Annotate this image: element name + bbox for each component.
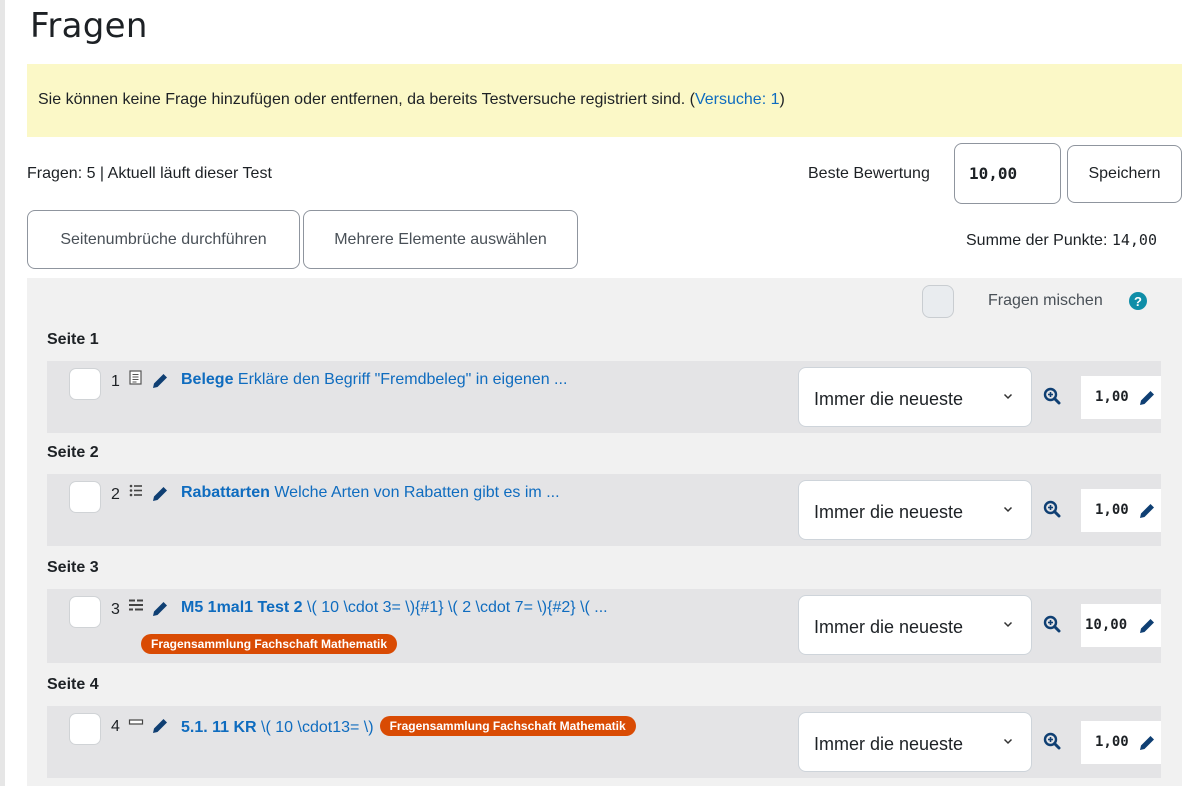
help-icon[interactable]: ? — [1129, 292, 1147, 310]
max-mark: 1,00 — [1081, 489, 1161, 532]
best-grade-input[interactable]: 10,00 — [954, 143, 1061, 204]
question-name: M5 1mal1 Test 2 — [181, 599, 303, 616]
question-list: Fragen mischen ? Seite 1 1 Belege Erklär… — [27, 278, 1182, 786]
slot-checkbox[interactable] — [69, 368, 101, 400]
question-name: 5.1. 11 KR — [181, 719, 257, 736]
essay-question-icon — [129, 370, 142, 385]
question-text: Welche Arten von Rabatten gibt es im ... — [269, 484, 560, 501]
alert-text-end: ) — [779, 91, 785, 108]
quiz-status-text: Fragen: 5 | Aktuell läuft dieser Test — [27, 165, 272, 182]
page-title-3: Seite 3 — [47, 559, 99, 576]
chevron-down-icon — [1003, 738, 1013, 745]
tag-container: Fragensammlung Fachschaft Mathematik — [141, 634, 398, 655]
max-mark-value: 1,00 — [1095, 502, 1129, 518]
version-select-value: Immer die neueste — [814, 734, 964, 754]
max-mark: 10,00 — [1081, 604, 1161, 647]
shortanswer-question-icon — [128, 719, 144, 725]
shuffle-checkbox[interactable] — [922, 285, 954, 318]
preview-zoom-icon[interactable] — [1043, 732, 1061, 750]
max-mark: 1,00 — [1081, 376, 1161, 419]
alert-text: Sie können keine Frage hinzufügen oder e… — [38, 91, 695, 108]
shuffle-label: Fragen mischen — [988, 292, 1103, 309]
pencil-edit-icon[interactable] — [1137, 616, 1157, 636]
page-title-1: Seite 1 — [47, 331, 99, 348]
max-mark: 1,00 — [1081, 721, 1161, 764]
page-title: Fragen — [30, 6, 148, 46]
question-slot-2: 2 Rabattarten Welche Arten von Rabatten … — [47, 474, 1161, 546]
chevron-down-icon — [1003, 621, 1013, 628]
question-slot-1: 1 Belege Erkläre den Begriff "Fremdbeleg… — [47, 361, 1161, 433]
slot-checkbox[interactable] — [69, 713, 101, 745]
pencil-edit-icon[interactable] — [1137, 501, 1157, 521]
max-mark-value: 10,00 — [1085, 617, 1128, 633]
slot-number: 4 — [111, 718, 120, 735]
version-select-value: Immer die neueste — [814, 389, 964, 409]
question-tag[interactable]: Fragensammlung Fachschaft Mathematik — [141, 634, 398, 654]
pencil-edit-icon[interactable] — [150, 599, 170, 619]
version-select[interactable]: Immer die neueste — [798, 595, 1032, 655]
preview-zoom-icon[interactable] — [1043, 500, 1061, 518]
best-grade-label: Beste Bewertung — [808, 165, 930, 182]
question-text: \( 10 \cdot 3= \){#1} \( 2 \cdot 7= \){#… — [302, 599, 608, 616]
question-name: Rabattarten — [181, 484, 270, 501]
max-mark-value: 1,00 — [1095, 389, 1129, 405]
warning-alert: Sie können keine Frage hinzufügen oder e… — [27, 64, 1182, 137]
left-scroll-edge — [0, 0, 5, 786]
save-button[interactable]: Speichern — [1067, 145, 1182, 203]
preview-zoom-icon[interactable] — [1043, 387, 1061, 405]
chevron-down-icon — [1003, 393, 1013, 400]
version-select[interactable]: Immer die neueste — [798, 712, 1032, 772]
pencil-edit-icon[interactable] — [150, 716, 170, 736]
pencil-edit-icon[interactable] — [1137, 388, 1157, 408]
multichoice-question-icon — [129, 484, 142, 497]
question-link[interactable]: M5 1mal1 Test 2 \( 10 \cdot 3= \){#1} \(… — [181, 599, 608, 617]
slot-number: 1 — [111, 373, 120, 390]
question-text: \( 10 \cdot13= \) — [256, 719, 374, 736]
question-text: Erkläre den Begriff "Fremdbeleg" in eige… — [233, 371, 568, 388]
pencil-edit-icon[interactable] — [1137, 733, 1157, 753]
max-mark-value: 1,00 — [1095, 734, 1129, 750]
version-select[interactable]: Immer die neueste — [798, 480, 1032, 540]
question-link[interactable]: Rabattarten Welche Arten von Rabatten gi… — [181, 484, 560, 502]
version-select-value: Immer die neueste — [814, 617, 964, 637]
cloze-question-icon — [129, 599, 143, 611]
slot-number: 3 — [111, 601, 120, 618]
preview-zoom-icon[interactable] — [1043, 615, 1061, 633]
slot-checkbox[interactable] — [69, 481, 101, 513]
version-select-value: Immer die neueste — [814, 502, 964, 522]
repaginate-button[interactable]: Seitenumbrüche durchführen — [27, 210, 300, 269]
total-marks-label: Summe der Punkte: — [966, 232, 1112, 249]
attempts-link[interactable]: Versuche: 1 — [695, 91, 780, 108]
version-select[interactable]: Immer die neueste — [798, 367, 1032, 427]
page-title-2: Seite 2 — [47, 444, 99, 461]
question-slot-4: 4 5.1. 11 KR \( 10 \cdot13= \) Fragensamm… — [47, 706, 1161, 778]
question-link[interactable]: Belege Erkläre den Begriff "Fremdbeleg" … — [181, 371, 567, 389]
pencil-edit-icon[interactable] — [150, 371, 170, 391]
total-marks: Summe der Punkte: 14,00 — [966, 231, 1157, 250]
slot-checkbox[interactable] — [69, 596, 101, 628]
question-tag[interactable]: Fragensammlung Fachschaft Mathematik — [379, 716, 636, 736]
pencil-edit-icon[interactable] — [150, 484, 170, 504]
chevron-down-icon — [1003, 506, 1013, 513]
question-link[interactable]: 5.1. 11 KR \( 10 \cdot13= \) Fragensammlu… — [181, 716, 636, 737]
total-marks-value: 14,00 — [1111, 231, 1157, 249]
question-name: Belege — [181, 371, 234, 388]
page-title-4: Seite 4 — [47, 676, 99, 693]
question-slot-3: 3 M5 1mal1 Test 2 \( 10 \cdot 3= \){#1} … — [47, 589, 1161, 663]
select-multiple-button[interactable]: Mehrere Elemente auswählen — [303, 210, 578, 269]
slot-number: 2 — [111, 486, 120, 503]
